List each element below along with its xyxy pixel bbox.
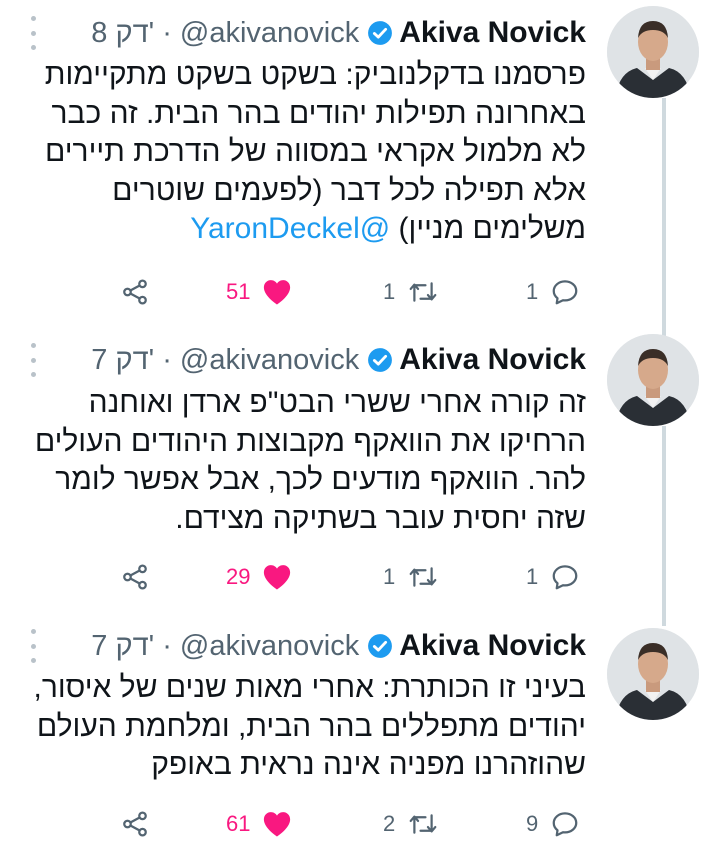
verified-badge-icon	[368, 348, 393, 372]
reply-button[interactable]: 1	[526, 272, 580, 312]
verified-badge-icon	[368, 634, 393, 658]
text-line: זה קורה אחרי ששרי הבט"פ ארדן ואוחנה	[88, 386, 586, 419]
text-line: באחרונה תפילות יהודים בהר הבית. זה כבר	[51, 96, 586, 130]
like-button[interactable]: 61	[226, 804, 292, 844]
separator-dot: ·	[162, 343, 172, 376]
tweet-time[interactable]: 8 דק'	[91, 17, 154, 50]
heart-icon	[264, 565, 291, 590]
reply-count: 9	[526, 811, 539, 836]
reply-button[interactable]: 1	[526, 557, 580, 597]
like-button[interactable]: 51	[226, 272, 292, 312]
retweet-button[interactable]: 1	[383, 272, 439, 312]
reply-count: 1	[526, 279, 539, 304]
retweet-count: 2	[383, 811, 396, 836]
retweet-count: 1	[383, 279, 396, 304]
share-button[interactable]	[120, 557, 150, 597]
text-line: להר. הוואקף מודעים לכך, אבל אפשר לומר	[55, 463, 586, 496]
author-name[interactable]: Akiva Novick	[399, 343, 586, 377]
tweet-header: 7 דק' · @akivanovick Akiva Novick	[91, 338, 586, 382]
text-fragment: משלימים מניין)	[390, 212, 586, 245]
like-button[interactable]: 29	[226, 557, 292, 597]
like-count: 51	[226, 279, 251, 304]
author-handle[interactable]: @akivanovick	[180, 630, 359, 663]
author-handle[interactable]: @akivanovick	[180, 344, 359, 377]
reply-count: 1	[526, 564, 539, 589]
text-line: יהודים מתפללים בהר הבית, ומלחמת העולם	[36, 709, 586, 743]
text-line: שהוזהרנו מפניה אינה נראית באופק	[151, 748, 586, 781]
verified-badge-icon	[368, 21, 393, 45]
like-count: 29	[226, 564, 251, 589]
mention-link[interactable]: @YaronDeckel	[190, 212, 390, 245]
tweet-text: זה קורה אחרי ששרי הבט"פ ארדן ואוחנה הרחי…	[26, 384, 586, 538]
tweet[interactable]: 7 דק' · @akivanovick Akiva Novick זה קור…	[0, 334, 720, 626]
retweet-icon	[409, 814, 437, 834]
reply-icon	[552, 812, 578, 837]
text-line: בעיני זו הכותרת: אחרי מאות שנים של איסור…	[33, 671, 586, 704]
text-line: שזה יחסית עובר בשתיקה מצידם.	[175, 501, 586, 535]
share-icon	[123, 811, 147, 837]
tweet-time[interactable]: 7 דק'	[91, 630, 154, 663]
text-line: אלא תפילה לכל דבר (לפעמים שוטרים	[112, 173, 586, 207]
separator-dot: ·	[162, 629, 172, 662]
share-button[interactable]	[120, 272, 150, 312]
text-line: משלימים מניין) @YaronDeckel	[26, 210, 586, 249]
author-handle[interactable]: @akivanovick	[180, 17, 359, 50]
share-icon	[123, 279, 147, 305]
action-bar: 9 2 61	[0, 804, 720, 844]
reply-button[interactable]: 9	[526, 804, 580, 844]
avatar[interactable]	[607, 6, 699, 98]
retweet-icon	[409, 567, 437, 587]
heart-icon	[264, 812, 291, 837]
share-button[interactable]	[120, 804, 150, 844]
tweet-text: בעיני זו הכותרת: אחרי מאות שנים של איסור…	[26, 669, 586, 785]
text-line: הרחיקו את הוואקף מקבוצות היהודים העולים	[34, 424, 586, 458]
retweet-button[interactable]: 2	[383, 804, 439, 844]
text-line: לא מלמול אקראי במסווה של הדרכת תיירים	[45, 135, 586, 168]
more-options-icon[interactable]	[26, 629, 40, 663]
like-count: 61	[226, 811, 251, 836]
author-name[interactable]: Akiva Novick	[399, 629, 586, 663]
action-bar: 1 1 51	[0, 272, 720, 312]
separator-dot: ·	[162, 16, 172, 49]
retweet-button[interactable]: 1	[383, 557, 439, 597]
action-bar: 1 1 29	[0, 557, 720, 597]
tweet-header: 8 דק' · @akivanovick Akiva Novick	[91, 11, 586, 55]
reply-icon	[552, 280, 578, 305]
avatar[interactable]	[607, 334, 699, 426]
tweet-time[interactable]: 7 דק'	[91, 344, 154, 377]
more-options-icon[interactable]	[26, 16, 40, 50]
retweet-count: 1	[383, 564, 396, 589]
more-options-icon[interactable]	[26, 343, 40, 377]
heart-icon	[264, 280, 291, 305]
text-line: פרסמנו בדקלנוביק: בשקט בשקט מתקיימות	[44, 58, 586, 91]
retweet-icon	[409, 282, 437, 302]
tweet-text: פרסמנו בדקלנוביק: בשקט בשקט מתקיימות באח…	[26, 56, 586, 249]
tweet[interactable]: 8 דק' · @akivanovick Akiva Novick פרסמנו…	[0, 0, 720, 340]
tweet[interactable]: 7 דק' · @akivanovick Akiva Novick בעיני …	[0, 626, 720, 868]
avatar[interactable]	[607, 628, 699, 720]
share-icon	[123, 564, 147, 590]
author-name[interactable]: Akiva Novick	[399, 16, 586, 50]
tweet-header: 7 דק' · @akivanovick Akiva Novick	[91, 624, 586, 668]
reply-icon	[552, 565, 578, 590]
